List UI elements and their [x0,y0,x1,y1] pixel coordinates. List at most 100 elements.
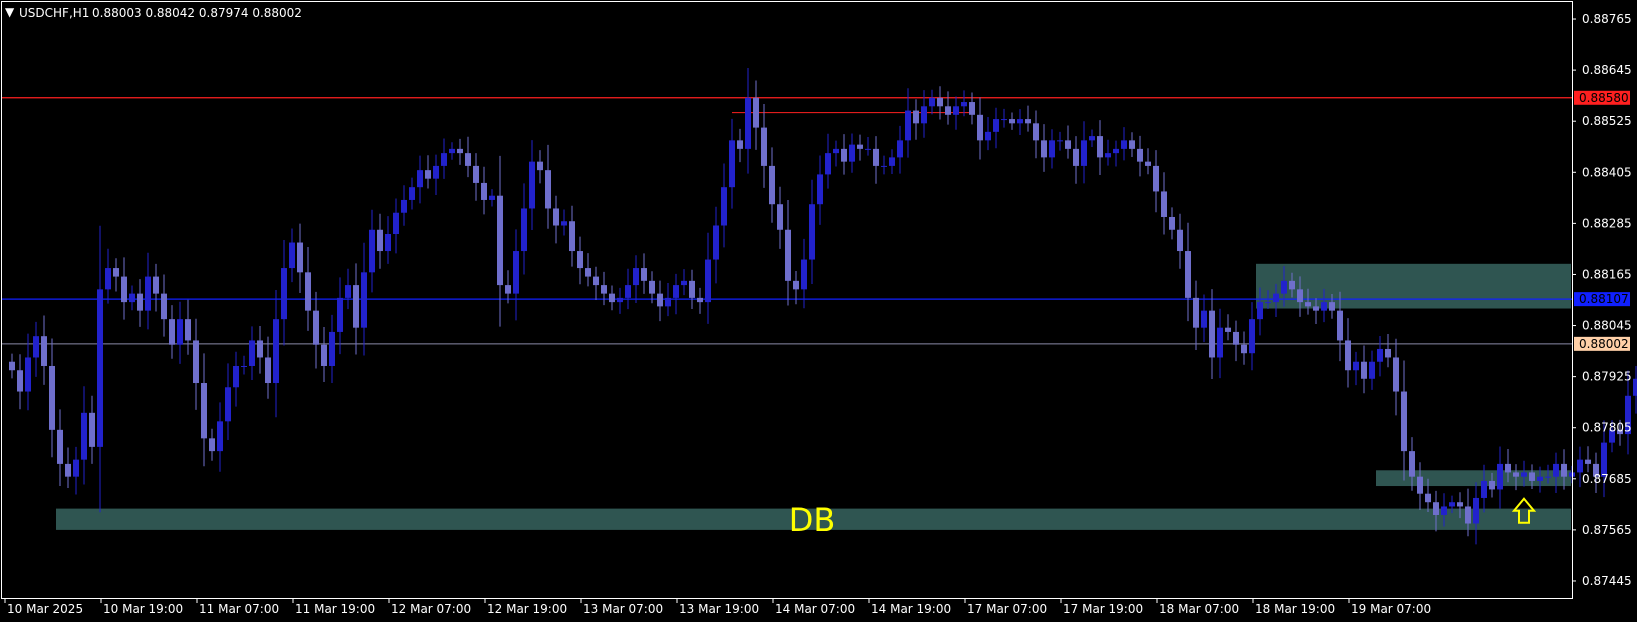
time-tick-label: 10 Mar 2025 [7,602,83,616]
candle-body [1417,476,1423,494]
resistance-price-label: 0.88580 [1579,91,1629,105]
time-tick-label: 14 Mar 19:00 [871,602,951,616]
candle-body [1185,251,1191,298]
candle-body [1265,302,1271,304]
candle-body [1025,119,1031,124]
candle-body [881,165,887,167]
candle-body [769,165,775,205]
price-tick-label: 0.88405 [1582,165,1632,179]
candle-body [1225,327,1231,332]
candle-body [257,340,263,358]
candle-body [89,412,95,447]
candle-body [697,297,703,303]
candle-body [177,319,183,345]
candle-body [201,383,207,439]
candle-body [1201,310,1207,328]
candle-body [1321,302,1327,311]
time-tick-label: 13 Mar 07:00 [583,602,663,616]
candle-body [441,153,447,166]
candle-body [1281,280,1287,294]
candle-body [481,182,487,200]
candle-body [553,208,559,226]
candle-body [993,119,999,132]
candle-body [1105,153,1111,158]
candle-body [985,131,991,141]
candle-body [273,319,279,384]
candle-body [1473,497,1479,524]
candle-body [361,272,367,328]
candle-body [913,110,919,124]
candle-body [1401,391,1407,452]
candle-body [353,285,359,328]
candle-body [825,153,831,175]
candle-body [417,170,423,188]
candle-body [745,97,751,149]
price-tick-label: 0.88165 [1582,267,1632,281]
candle-body [1409,451,1415,477]
candle-body [1001,119,1007,121]
candle-body [897,140,903,158]
candle-body [305,272,311,311]
candle-body [1177,229,1183,252]
candle-body [833,148,839,154]
candle-body [849,144,855,162]
price-tick-label: 0.88765 [1582,12,1632,26]
upper-zone[interactable] [1256,263,1571,309]
candle-body [1441,506,1447,515]
candle-body [1209,310,1215,358]
candle-body [193,340,199,384]
candle-body [1297,289,1303,303]
candle-body [1145,161,1151,166]
candle-body [1521,472,1527,477]
candle-body [545,170,551,209]
candle-body [185,319,191,341]
candle-body [473,165,479,183]
time-tick-label: 18 Mar 07:00 [1159,602,1239,616]
candle-body [49,365,55,430]
support-price-label: 0.88107 [1579,292,1629,306]
candle-body [1121,140,1127,149]
candle-body [1009,119,1015,124]
candle-body [497,195,503,286]
candle-body [1249,319,1255,354]
candle-body [961,102,967,107]
candle-body [945,106,951,115]
price-tick-label: 0.87925 [1582,370,1632,384]
candle-body [729,140,735,188]
candle-body [1169,216,1175,230]
candle-body [1273,293,1279,303]
candle-body [921,106,927,124]
candle-body [1433,502,1439,515]
symbol-menu-icon[interactable]: ▼ [5,5,15,19]
candle-body [113,268,119,277]
price-tick-label: 0.88045 [1582,319,1632,333]
candle-body [969,102,975,115]
candle-body [609,293,615,303]
candle-body [689,280,695,298]
candle-body [25,357,31,392]
candle-body [265,357,271,384]
candle-body [345,285,351,298]
time-tick-label: 19 Mar 07:00 [1351,602,1431,616]
candle-body [33,336,39,358]
candle-body [633,268,639,286]
candle-body [289,242,295,269]
candle-body [209,438,215,452]
candle-body [337,297,343,332]
candle-body [1553,463,1559,477]
candle-body [1097,136,1103,158]
candle-body [817,174,823,205]
candle-body [1137,148,1143,162]
price-chart[interactable]: DB 0.88765 0.88645 0.88525 0.88405 0.88285 0.… [0,0,1637,622]
candle-body [809,204,815,260]
price-tick-label: 0.87445 [1582,574,1632,588]
candle-body [161,293,167,320]
candle-body [1345,340,1351,371]
candle-body [1057,140,1063,142]
candle-body [137,293,143,311]
candle-body [97,289,103,447]
ohlc-label: 0.88003 0.88042 0.87974 0.88002 [92,6,302,20]
time-tick-label: 13 Mar 19:00 [679,602,759,616]
candle-body [297,242,303,273]
candle-body [681,280,687,286]
